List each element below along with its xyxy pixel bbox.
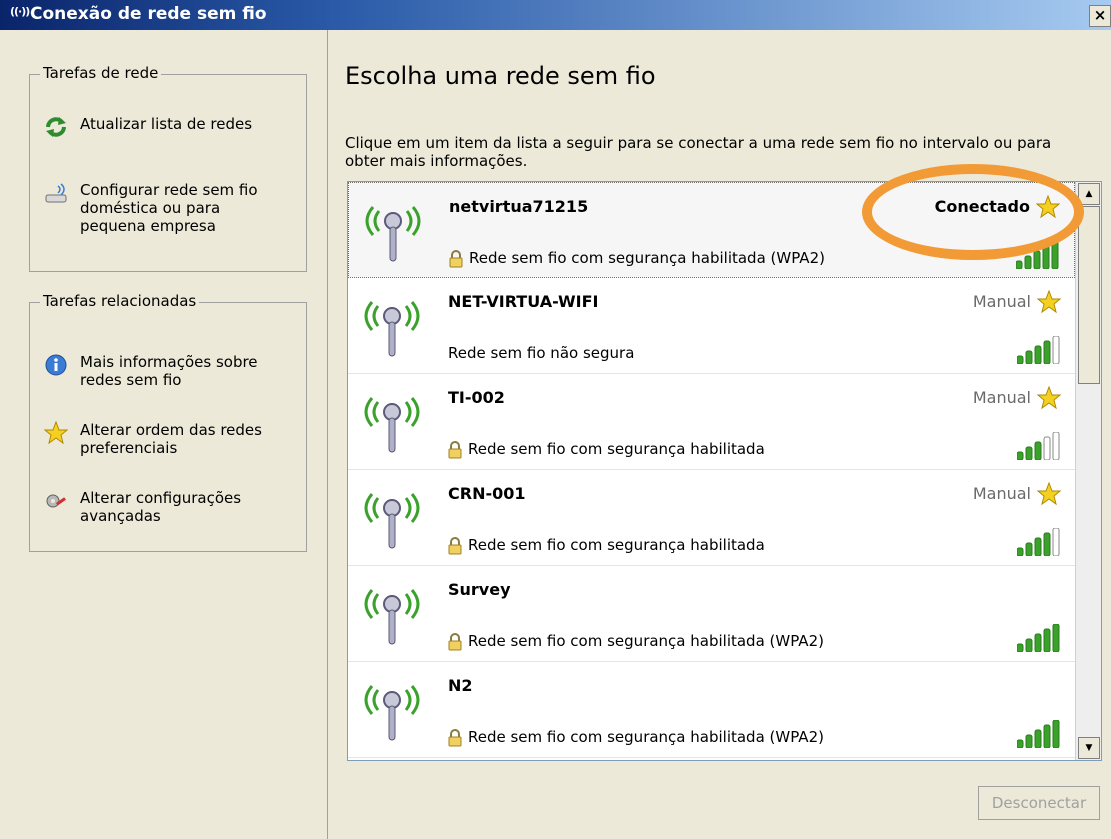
wireless-network-icon (364, 392, 420, 454)
preferred-star-icon (1036, 385, 1062, 410)
task-change-order[interactable]: Alterar ordem das redes preferenciais (43, 420, 280, 457)
network-status: Manual (972, 388, 1031, 407)
wireless-network-icon (364, 488, 420, 550)
wireless-icon: ((·)) (10, 5, 30, 18)
network-status: Manual (972, 484, 1031, 503)
signal-strength-icon (1016, 431, 1061, 461)
network-description: Rede sem fio com segurança habilitada (448, 536, 765, 555)
signal-strength-icon (1016, 623, 1061, 653)
wireless-setup-icon (44, 181, 68, 205)
task-refresh-list[interactable]: Atualizar lista de redes (44, 115, 280, 139)
lock-icon (448, 536, 462, 555)
scroll-down-button[interactable]: ▼ (1078, 737, 1100, 759)
lock-icon (449, 249, 463, 268)
refresh-icon (44, 115, 68, 139)
network-list[interactable]: netvirtua71215 Conectado Rede sem fio com … (347, 181, 1102, 761)
signal-strength-icon (1016, 719, 1061, 749)
network-description: Rede sem fio com segurança habilitada (W… (449, 249, 825, 268)
signal-strength-icon (1016, 527, 1061, 557)
network-tasks-group: Tarefas de rede Atualizar lista de redes… (29, 64, 307, 272)
window-title: Conexão de rede sem fio (30, 4, 267, 24)
task-setup-label: Configurar rede sem fio doméstica ou par… (80, 181, 258, 235)
info-icon (44, 353, 68, 377)
network-description: Rede sem fio com segurança habilitada (W… (448, 632, 824, 651)
lock-icon (448, 632, 462, 651)
title-bar[interactable]: ((·)) Conexão de rede sem fio × (0, 0, 1111, 30)
network-tasks-title: Tarefas de rede (40, 64, 162, 82)
task-setup-network[interactable]: Configurar rede sem fio doméstica ou par… (44, 181, 280, 235)
preferred-star-icon (1036, 289, 1062, 314)
close-button[interactable]: × (1089, 5, 1111, 27)
network-row[interactable]: NET-VIRTUA-WIFI Manual Rede sem fio não se… (348, 278, 1075, 374)
wireless-connection-window: ((·)) Conexão de rede sem fio × Tarefas … (0, 0, 1111, 839)
network-description: Rede sem fio com segurança habilitada (W… (448, 728, 824, 747)
network-name: NET-VIRTUA-WIFI (448, 292, 599, 311)
network-description-text: Rede sem fio com segurança habilitada (W… (468, 632, 824, 650)
main-pane: Escolha uma rede sem fio Clique em um it… (330, 30, 1111, 839)
network-description-text: Rede sem fio com segurança habilitada (W… (469, 249, 825, 267)
related-tasks-title: Tarefas relacionadas (40, 292, 200, 310)
network-row[interactable]: TI-002 Manual Rede sem fio com segurança h… (348, 374, 1075, 470)
network-name: Survey (448, 580, 511, 599)
wireless-network-icon (364, 584, 420, 646)
task-refresh-label: Atualizar lista de redes (80, 115, 253, 133)
network-status: Manual (972, 292, 1031, 311)
network-name: CRN-001 (448, 484, 526, 503)
network-name: TI-002 (448, 388, 505, 407)
settings-icon (44, 489, 68, 513)
highlight-annotation (862, 164, 1084, 260)
network-description-text: Rede sem fio não segura (448, 344, 635, 362)
lock-icon (448, 728, 462, 747)
task-advanced-settings-label: Alterar configurações avançadas (80, 489, 242, 525)
task-more-info[interactable]: Mais informações sobre redes sem fio (44, 353, 280, 389)
wireless-network-icon (365, 201, 421, 263)
network-description-text: Rede sem fio com segurança habilitada (468, 536, 765, 554)
network-description: Rede sem fio com segurança habilitada (448, 440, 765, 459)
network-row[interactable]: CRN-001 Manual Rede sem fio com segurança … (348, 470, 1075, 566)
disconnect-button[interactable]: Desconectar (978, 786, 1100, 820)
network-row[interactable]: Survey Rede sem fio com segurança habilit… (348, 566, 1075, 662)
task-advanced-settings[interactable]: Alterar configurações avançadas (44, 489, 280, 525)
network-name: N2 (448, 676, 473, 695)
task-change-order-label: Alterar ordem das redes preferenciais (80, 421, 262, 457)
network-name: netvirtua71215 (449, 197, 589, 216)
network-description: Rede sem fio não segura (448, 344, 634, 362)
scrollbar[interactable]: ▲ ▼ (1075, 182, 1101, 760)
star-icon (43, 420, 69, 445)
lock-icon (448, 440, 462, 459)
network-row[interactable]: N2 Rede sem fio com segurança habilitada … (348, 662, 1075, 758)
page-title: Escolha uma rede sem fio (345, 62, 656, 90)
task-more-info-label: Mais informações sobre redes sem fio (80, 353, 258, 389)
network-description-text: Rede sem fio com segurança habilitada (W… (468, 728, 824, 746)
wireless-network-icon (364, 680, 420, 742)
signal-strength-icon (1016, 335, 1061, 365)
network-description-text: Rede sem fio com segurança habilitada (468, 440, 765, 458)
wireless-network-icon (364, 296, 420, 358)
preferred-star-icon (1036, 481, 1062, 506)
tasks-pane: Tarefas de rede Atualizar lista de redes… (0, 30, 328, 839)
related-tasks-group: Tarefas relacionadas Mais informações so… (29, 292, 307, 552)
scroll-thumb[interactable] (1078, 206, 1100, 384)
